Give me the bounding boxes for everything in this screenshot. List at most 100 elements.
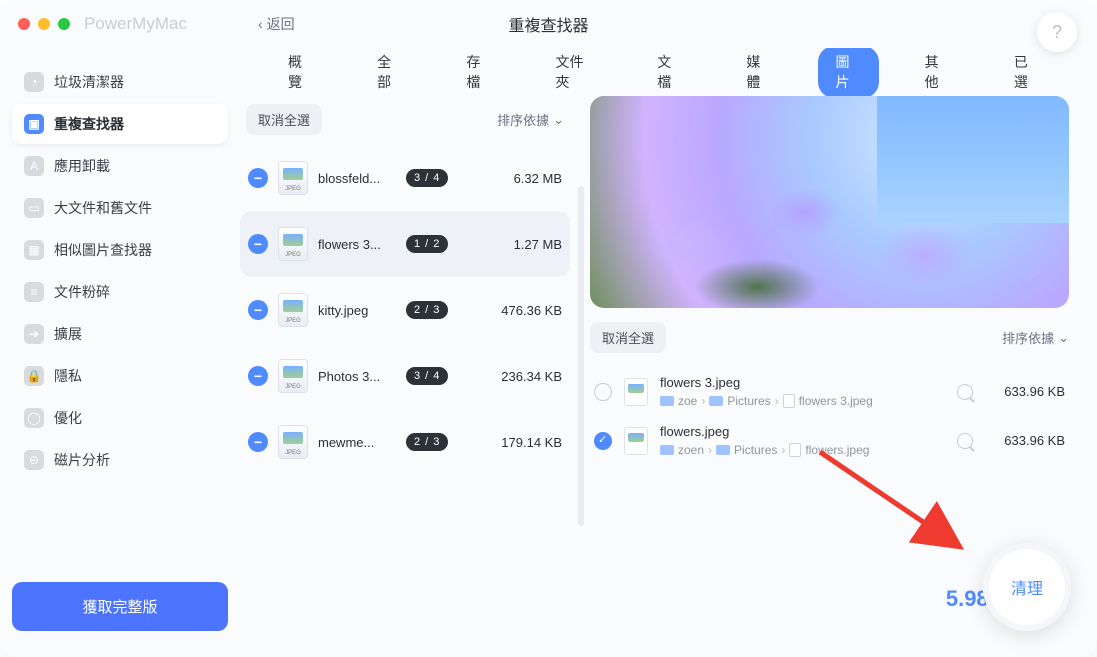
tab-documents[interactable]: 文檔 xyxy=(639,48,700,98)
tab-folders[interactable]: 文件夾 xyxy=(537,48,611,98)
file-size: 6.32 MB xyxy=(514,171,562,186)
file-name: blossfeld... xyxy=(318,171,396,186)
breadcrumb: zoe › Pictures › flowers 3.jpeg xyxy=(660,394,945,408)
sidebar-item-privacy[interactable]: 🔒 隱私 xyxy=(12,356,228,396)
disk-icon: ⊖ xyxy=(24,450,44,470)
chevron-left-icon: ‹ xyxy=(258,16,263,32)
sidebar-item-large-old[interactable]: ▭大文件和舊文件 xyxy=(12,188,228,228)
minus-icon[interactable]: − xyxy=(248,366,268,386)
sidebar-item-similar-images[interactable]: ▦ 相似圖片查找器 xyxy=(12,230,228,270)
breadcrumb: zoen › Pictures › flowers.jpeg xyxy=(660,443,945,457)
tab-other[interactable]: 其他 xyxy=(907,48,968,98)
lock-icon: 🔒 xyxy=(24,366,44,386)
zoom-icon[interactable] xyxy=(58,18,70,30)
sidebar-item-label: 優化 xyxy=(54,408,82,428)
file-size: 236.34 KB xyxy=(501,369,562,384)
sidebar-item-label: 重複查找器 xyxy=(54,114,124,134)
count-badge: 3 / 4 xyxy=(406,169,448,187)
deselect-all-button[interactable]: 取消全選 xyxy=(246,104,322,135)
minus-icon[interactable]: − xyxy=(248,168,268,188)
tab-selected[interactable]: 已選 xyxy=(996,48,1057,98)
count-badge: 2 / 3 xyxy=(406,433,448,451)
clean-button[interactable]: 清理 xyxy=(983,543,1071,631)
app-icon: A xyxy=(24,156,44,176)
scrollbar[interactable] xyxy=(578,186,584,526)
jpeg-file-icon xyxy=(278,227,308,261)
close-icon[interactable] xyxy=(18,18,30,30)
sidebar-item-label: 大文件和舊文件 xyxy=(54,198,152,218)
sidebar-item-label: 文件粉碎 xyxy=(54,282,110,302)
shredder-icon: ≡ xyxy=(24,282,44,302)
image-preview xyxy=(590,96,1069,308)
tabs: 概覽 全部 存檔 文件夾 文檔 媒體 圖片 其他 已選 xyxy=(240,48,1087,96)
file-name: mewme... xyxy=(318,435,396,450)
group-row[interactable]: − kitty.jpeg 2 / 3 476.36 KB xyxy=(240,277,570,343)
sidebar-item-junk-cleaner[interactable]: ◔ 垃圾清潔器 xyxy=(12,62,228,102)
reveal-icon[interactable] xyxy=(957,384,973,400)
folder-icon xyxy=(660,396,674,406)
group-row[interactable]: −flowers 3...1 / 21.27 MB xyxy=(240,211,570,277)
sort-button[interactable]: 排序依據 ⌄ xyxy=(497,110,564,129)
sidebar-item-label: 垃圾清潔器 xyxy=(54,72,124,92)
help-icon: ? xyxy=(1052,22,1062,43)
dup-deselect-all-button[interactable]: 取消全選 xyxy=(590,322,666,353)
file-size: 179.14 KB xyxy=(501,435,562,450)
jpeg-file-icon xyxy=(278,425,308,459)
tab-archives[interactable]: 存檔 xyxy=(448,48,509,98)
sidebar-item-label: 隱私 xyxy=(54,366,82,386)
jpeg-file-icon xyxy=(278,161,308,195)
sort-label: 排序依據 xyxy=(497,110,549,129)
group-row[interactable]: − Photos 3... 3 / 4 236.34 KB xyxy=(240,343,570,409)
traffic-lights xyxy=(18,18,70,30)
group-row[interactable]: − blossfeld... 3 / 4 6.32 MB xyxy=(240,145,570,211)
sidebar-item-uninstaller[interactable]: A應用卸載 xyxy=(12,146,228,186)
group-list: 取消全選 排序依據 ⌄ − blossfeld... 3 / 4 6.32 MB − fl… xyxy=(240,96,570,639)
dup-file-name: flowers 3.jpeg xyxy=(660,375,945,390)
sidebar-item-label: 相似圖片查找器 xyxy=(54,240,152,260)
minus-icon[interactable]: − xyxy=(248,432,268,452)
file-icon xyxy=(783,394,795,408)
sidebar-item-disk-analysis[interactable]: ⊖ 磁片分析 xyxy=(12,440,228,480)
count-badge: 2 / 3 xyxy=(406,301,448,319)
chevron-down-icon: ⌄ xyxy=(553,112,564,128)
image-icon: ▦ xyxy=(24,240,44,260)
count-badge: 3 / 4 xyxy=(406,367,448,385)
file-size: 476.36 KB xyxy=(501,303,562,318)
sidebar-item-label: 磁片分析 xyxy=(54,450,110,470)
minimize-icon[interactable] xyxy=(38,18,50,30)
sidebar-item-duplicate-finder[interactable]: ▣重複查找器 xyxy=(12,104,228,144)
tab-all[interactable]: 全部 xyxy=(359,48,420,98)
file-icon xyxy=(789,443,801,457)
arrow-right-icon: ➔ xyxy=(24,324,44,344)
sidebar-item-extensions[interactable]: ➔擴展 xyxy=(12,314,228,354)
checkbox[interactable] xyxy=(594,383,612,401)
chevron-down-icon: ⌄ xyxy=(1058,330,1069,346)
back-button[interactable]: ‹ 返回 xyxy=(258,14,295,34)
minus-icon[interactable]: − xyxy=(248,300,268,320)
file-name: flowers 3... xyxy=(318,237,396,252)
tab-images[interactable]: 圖片 xyxy=(818,48,879,98)
group-row[interactable]: − mewme... 2 / 3 179.14 KB xyxy=(240,409,570,475)
help-button[interactable]: ? xyxy=(1037,12,1077,52)
file-name: kitty.jpeg xyxy=(318,303,396,318)
get-full-version-button[interactable]: 獲取完整版 xyxy=(12,582,228,631)
folder-icon xyxy=(660,445,674,455)
jpeg-file-icon xyxy=(624,378,648,406)
duplicate-row: flowers.jpeg zoen › Pictures › flowers.j… xyxy=(590,416,1069,465)
dup-file-size: 633.96 KB xyxy=(985,433,1065,448)
tab-media[interactable]: 媒體 xyxy=(728,48,789,98)
minus-icon[interactable]: − xyxy=(248,234,268,254)
dup-sort-button[interactable]: 排序依據 ⌄ xyxy=(1002,328,1069,347)
tab-overview[interactable]: 概覽 xyxy=(270,48,331,98)
sidebar-item-shredder[interactable]: ≡ 文件粉碎 xyxy=(12,272,228,312)
count-badge: 1 / 2 xyxy=(406,235,448,253)
app-name: PowerMyMac xyxy=(84,14,187,34)
reveal-icon[interactable] xyxy=(957,433,973,449)
duplicate-row: flowers 3.jpeg zoe › Pictures › flowers … xyxy=(590,367,1069,416)
gauge-icon: ◔ xyxy=(24,72,44,92)
app-window: PowerMyMac ‹ 返回 重複查找器 ? ◔ 垃圾清潔器 ▣重複查找器 A應… xyxy=(0,0,1097,657)
checkbox[interactable] xyxy=(594,432,612,450)
sidebar-item-optimize[interactable]: ◯優化 xyxy=(12,398,228,438)
sort-label: 排序依據 xyxy=(1002,328,1054,347)
file-name: Photos 3... xyxy=(318,369,396,384)
